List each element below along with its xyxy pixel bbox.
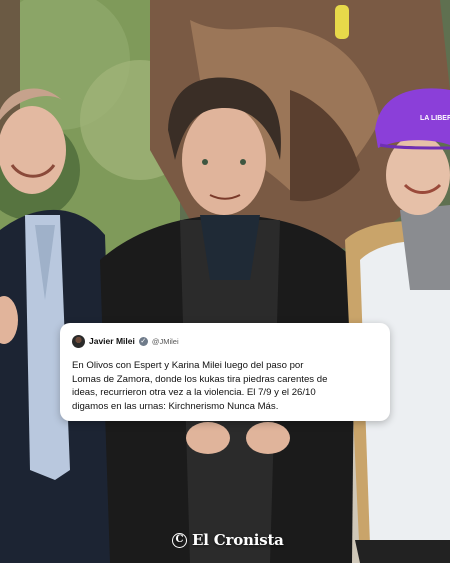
el-cronista-logo-icon: C [172,532,187,548]
tweet-text: En Olivos con Espert y Karina Milei lueg… [72,360,328,412]
photo-scene: LA LIBERTAD [0,0,450,563]
cap-text: LA LIBERTAD [420,115,450,122]
tweet-card: Javier Milei ✓ @JMilei En Olivos con Esp… [60,323,390,421]
tweet-handle: @JMilei [151,336,179,346]
tweet-header: Javier Milei ✓ @JMilei [72,333,378,349]
tweet-author: Javier Milei [89,336,135,346]
verified-badge-icon: ✓ [138,336,148,346]
avatar [72,334,85,348]
publisher-brand: C El Cronista [172,529,284,551]
brand-name: El Cronista [192,531,284,549]
